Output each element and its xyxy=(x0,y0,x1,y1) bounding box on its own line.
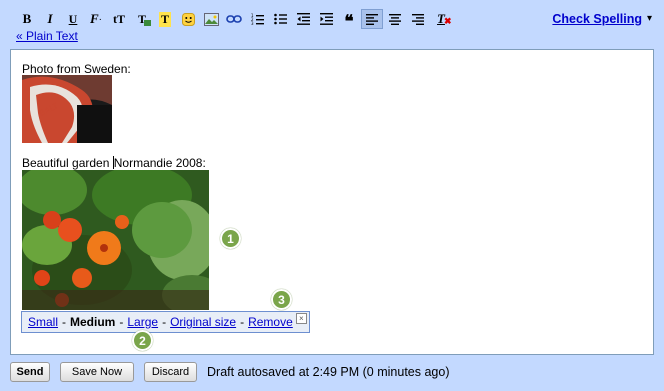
send-button[interactable]: Send xyxy=(10,362,50,382)
quote-button[interactable]: ❝ xyxy=(338,9,360,31)
body-text-line: Photo from Sweden: xyxy=(22,62,131,76)
numbered-list-button[interactable]: 123 xyxy=(246,9,268,29)
bold-icon: B xyxy=(22,11,32,26)
indent-less-button[interactable] xyxy=(292,9,314,29)
draft-status: Draft autosaved at 2:49 PM (0 minutes ag… xyxy=(207,365,450,379)
check-spelling-link[interactable]: Check Spelling xyxy=(552,12,642,26)
resize-medium-current: Medium xyxy=(70,315,116,329)
formatting-toolbar: B I U F · tT T T 123 ❝ T ✖ Check Spellin… xyxy=(16,8,652,46)
align-left-icon xyxy=(366,13,378,25)
resize-small-link[interactable]: Small xyxy=(28,315,58,329)
align-center-button[interactable] xyxy=(384,9,406,29)
underline-icon: U xyxy=(68,11,78,26)
body-text-line-2: Beautiful garden Normandie 2008: xyxy=(22,156,206,170)
insert-image-icon xyxy=(203,12,219,26)
discard-button[interactable]: Discard xyxy=(144,362,197,382)
separator: - xyxy=(240,315,245,329)
quote-icon: ❝ xyxy=(344,12,354,31)
emoticon-button[interactable] xyxy=(177,9,199,29)
text-color-button[interactable]: T xyxy=(131,9,153,29)
callout-badge-3: 3 xyxy=(271,289,292,310)
callout-badge-2: 2 xyxy=(132,330,153,351)
link-icon xyxy=(226,15,242,23)
numbered-list-icon: 123 xyxy=(251,13,264,25)
bold-button[interactable]: B xyxy=(16,9,38,29)
remove-image-link[interactable]: Remove xyxy=(248,315,293,329)
insert-image-button[interactable] xyxy=(200,9,222,29)
text-color-icon: T xyxy=(138,12,151,27)
toolbar-row: B I U F · tT T T 123 ❝ T ✖ xyxy=(16,8,453,30)
callout-badge-1: 1 xyxy=(220,228,241,249)
separator: - xyxy=(162,315,167,329)
plain-text-link[interactable]: « Plain Text xyxy=(16,29,78,43)
align-center-icon xyxy=(389,13,401,25)
compose-frame: B I U F · tT T T 123 ❝ T ✖ Check Spellin… xyxy=(0,0,664,391)
emoticon-icon xyxy=(181,12,195,26)
bulleted-list-button[interactable] xyxy=(269,9,291,29)
bulleted-list-icon xyxy=(273,13,287,25)
highlight-color-icon: T xyxy=(158,11,171,27)
highlight-button[interactable]: T xyxy=(154,9,176,29)
garden-photo[interactable] xyxy=(22,170,209,310)
remove-formatting-button[interactable]: T ✖ xyxy=(430,9,452,29)
align-left-button[interactable] xyxy=(361,9,383,29)
italic-button[interactable]: I xyxy=(39,9,61,29)
save-now-button[interactable]: Save Now xyxy=(60,362,134,382)
align-right-button[interactable] xyxy=(407,9,429,29)
link-button[interactable] xyxy=(223,9,245,29)
indent-less-icon xyxy=(296,13,310,25)
compose-actions: Send Save Now Discard Draft autosaved at… xyxy=(10,361,450,383)
image-resize-bar: Small - Medium - Large - Original size -… xyxy=(21,311,310,333)
font-button[interactable]: F · xyxy=(85,9,107,29)
close-icon[interactable]: × xyxy=(295,312,307,324)
font-icon: F xyxy=(89,11,99,26)
indent-more-button[interactable] xyxy=(315,9,337,29)
message-body-editor[interactable]: Photo from Sweden: BALT Beautiful garden… xyxy=(10,49,654,355)
check-spelling-dropdown-icon[interactable]: ▾ xyxy=(647,13,652,24)
sweden-photo[interactable]: BALT xyxy=(22,75,112,143)
svg-text:3: 3 xyxy=(251,21,254,25)
font-size-icon: tT xyxy=(113,11,125,26)
font-size-button[interactable]: tT xyxy=(108,9,130,29)
underline-button[interactable]: U xyxy=(62,9,84,29)
separator: - xyxy=(62,315,67,329)
align-right-icon xyxy=(412,13,424,25)
remove-formatting-icon: T ✖ xyxy=(437,11,452,26)
italic-icon: I xyxy=(47,11,53,26)
separator: - xyxy=(119,315,124,329)
indent-more-icon xyxy=(319,13,333,25)
resize-large-link[interactable]: Large xyxy=(127,315,158,329)
resize-original-link[interactable]: Original size xyxy=(170,315,236,329)
